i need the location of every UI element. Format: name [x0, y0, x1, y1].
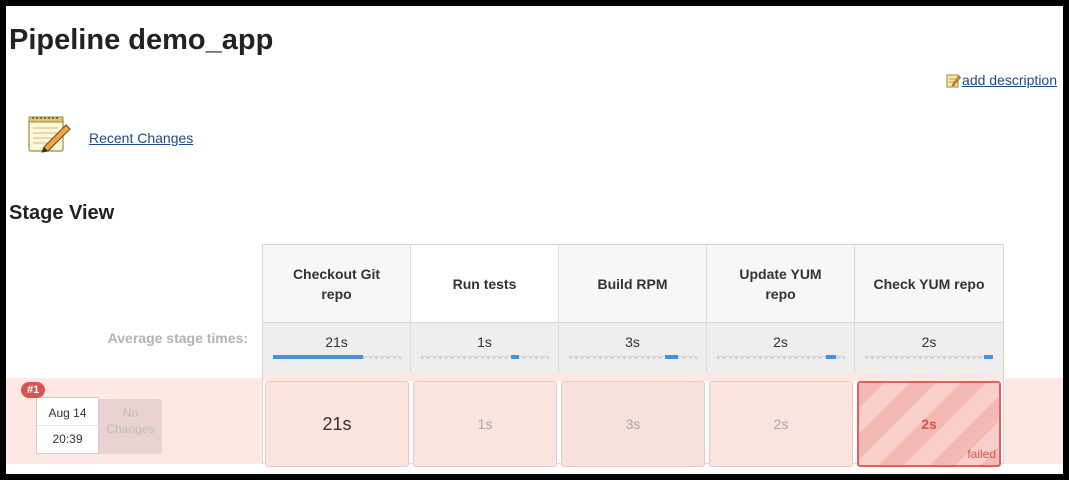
- stage-column: Check YUM repo 2s 2s failed: [855, 245, 1003, 467]
- stage-average-bar: [569, 355, 697, 359]
- edit-icon: [946, 73, 961, 88]
- stage-view-title: Stage View: [9, 202, 115, 224]
- stage-header[interactable]: Build RPM: [559, 245, 707, 323]
- stage-average-fill: [511, 355, 519, 359]
- stage-average-value: 1s: [477, 334, 492, 350]
- stage-average-value: 2s: [773, 334, 788, 350]
- build-number-badge[interactable]: #1: [21, 382, 46, 398]
- add-description-link[interactable]: add description: [946, 72, 1057, 88]
- stage-average: 21s: [263, 323, 411, 373]
- stage-average-value: 3s: [625, 334, 640, 350]
- stage-result-cell[interactable]: 21s: [265, 381, 409, 467]
- stage-result-duration: 2s: [921, 416, 937, 432]
- stage-failed-label: failed: [967, 447, 996, 461]
- stage-average-value: 2s: [921, 334, 937, 350]
- stage-column: Run tests 1s 1s: [411, 245, 559, 467]
- stage-average: 2s: [707, 323, 855, 373]
- build-time: 20:39: [52, 432, 83, 446]
- stage-header[interactable]: Update YUM repo: [707, 245, 855, 323]
- stage-average-fill: [665, 355, 678, 359]
- page-title: Pipeline demo_app: [9, 24, 274, 56]
- stage-column: Checkout Git repo 21s 21s: [263, 245, 411, 467]
- average-stage-times-label: Average stage times:: [107, 330, 248, 346]
- recent-changes: Recent Changes: [26, 114, 193, 154]
- add-description-label: add description: [962, 72, 1057, 88]
- stage-header[interactable]: Check YUM repo: [855, 245, 1003, 323]
- stage-result-cell-failed[interactable]: 2s failed: [857, 381, 1001, 467]
- pipeline-page: Pipeline demo_app add description Recent…: [6, 6, 1063, 474]
- stage-header[interactable]: Checkout Git repo: [263, 245, 411, 323]
- stage-average-fill: [273, 355, 363, 359]
- stage-average-fill: [984, 355, 993, 359]
- stage-average: 1s: [411, 323, 559, 373]
- stage-result-duration: 21s: [322, 413, 352, 434]
- stage-result-cell[interactable]: 1s: [413, 381, 557, 467]
- build-date: Aug 14: [37, 398, 98, 426]
- recent-changes-link[interactable]: Recent Changes: [89, 130, 193, 146]
- stage-average-bar: [273, 355, 401, 359]
- stage-view-table: Checkout Git repo 21s 21s Run tests 1s 1…: [262, 244, 1004, 467]
- stage-column: Build RPM 3s 3s: [559, 245, 707, 467]
- stage-header[interactable]: Run tests: [411, 245, 559, 323]
- stage-average-bar: [865, 355, 993, 359]
- stage-result-duration: 1s: [477, 416, 493, 432]
- stage-average-value: 21s: [325, 334, 348, 350]
- stage-average-bar: [717, 355, 845, 359]
- changes-summary[interactable]: No Changes: [99, 399, 162, 454]
- stage-average-bar: [421, 355, 549, 359]
- stage-result-cell[interactable]: 2s: [709, 381, 853, 467]
- stage-result-duration: 3s: [625, 416, 641, 432]
- stage-result-duration: 2s: [773, 416, 789, 432]
- stage-column: Update YUM repo 2s 2s: [707, 245, 855, 467]
- stage-average-fill: [826, 355, 836, 359]
- build-timestamp[interactable]: Aug 14 20:39: [36, 397, 99, 454]
- stage-result-cell[interactable]: 3s: [561, 381, 705, 467]
- stage-average: 3s: [559, 323, 707, 373]
- stage-average: 2s: [855, 323, 1003, 373]
- notepad-icon: [26, 114, 74, 154]
